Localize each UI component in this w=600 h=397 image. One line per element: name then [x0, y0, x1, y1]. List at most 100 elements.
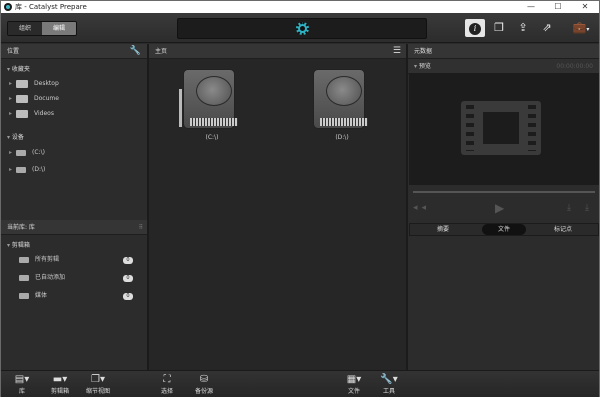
- upload-icon: ⇪: [518, 21, 528, 34]
- storyboard-button[interactable]: ▬▾ 剪辑箱: [45, 374, 75, 395]
- tab-file[interactable]: 文件: [482, 224, 526, 235]
- briefcase-icon: 💼: [572, 21, 587, 34]
- maximize-button[interactable]: ☐: [546, 1, 570, 13]
- window-title: 库 - Catalyst Prepare: [15, 3, 87, 11]
- devices-section[interactable]: 设备: [7, 132, 24, 141]
- list-view-icon[interactable]: ☰: [393, 44, 401, 59]
- play-icon[interactable]: ▶: [495, 201, 504, 215]
- library-button[interactable]: ▤▾ 库: [11, 374, 33, 395]
- drive-c-label: (C:\): [205, 134, 219, 141]
- tab-markers[interactable]: 标记点: [538, 224, 588, 235]
- grip-icon[interactable]: ⠿: [139, 220, 143, 235]
- bin-label: 已自动添加: [35, 274, 66, 281]
- cable-icon: [179, 89, 182, 127]
- bin-item[interactable]: 媒体 0: [19, 290, 141, 302]
- library-title: 当前库: 库: [7, 224, 35, 231]
- favorite-item[interactable]: ▸ Desktop: [9, 78, 59, 90]
- bins-label: 剪辑箱: [11, 242, 30, 249]
- bin-item[interactable]: 所有剪辑 0: [19, 254, 141, 266]
- activity-panel[interactable]: [177, 18, 427, 39]
- bottom-bar: ▤▾ 库 ▬▾ 剪辑箱 ❐▾ 缩节视图 ⛶ 选择 ⛁ 备份源 ▦▾ 文件 🔧▾ 工具: [1, 370, 599, 397]
- upload-button[interactable]: ⇪: [513, 19, 533, 37]
- preview-area: [409, 73, 599, 185]
- drive-icon: [16, 166, 27, 173]
- device-item[interactable]: ▸ (D:\): [9, 164, 45, 176]
- device-label: (D:\): [32, 166, 46, 173]
- folder-icon: [16, 79, 29, 88]
- film-strip-icon: ▦▾: [346, 374, 362, 385]
- toolbox-button[interactable]: 💼▾: [569, 19, 593, 37]
- library-icon: ▤▾: [14, 374, 30, 385]
- transport-controls: ◂◂: [413, 203, 430, 213]
- app-logo-icon: [4, 3, 12, 11]
- select-label: 选择: [160, 388, 173, 395]
- metadata-title: 元数据: [414, 48, 433, 55]
- bin-label: 所有剪辑: [35, 256, 60, 263]
- backup-label: 备份源: [194, 388, 213, 395]
- location-title: 位置: [7, 48, 20, 55]
- export-icon: ⇗: [542, 21, 552, 34]
- device-item[interactable]: ▸ (C:\): [9, 147, 45, 159]
- detail-view-icon: ❐▾: [91, 374, 105, 385]
- detail-view-button[interactable]: ❐▾ 缩节视图: [83, 374, 113, 395]
- backup-button[interactable]: ⛁ 备份源: [191, 374, 217, 395]
- location-header: 位置 🔧: [1, 44, 147, 59]
- hard-drive-icon: [313, 69, 368, 129]
- drive-c[interactable]: [179, 69, 238, 131]
- copy-button[interactable]: ❐: [489, 19, 509, 37]
- library-header: 当前库: 库 ⠿: [1, 220, 147, 235]
- favorite-label: Desktop: [34, 80, 59, 87]
- clip-icon: [19, 274, 29, 281]
- drive-d-label: (D:\): [335, 134, 349, 141]
- bins-section[interactable]: 剪辑箱: [7, 240, 30, 249]
- info-icon: i: [469, 23, 481, 35]
- count-badge: 0: [123, 293, 133, 300]
- clip-icon: [19, 292, 29, 299]
- file-button[interactable]: ▦▾ 文件: [343, 374, 365, 395]
- mark-out-icon[interactable]: ⤓: [585, 203, 589, 213]
- bin-item[interactable]: 已自动添加 0: [19, 272, 141, 284]
- export-button[interactable]: ⇗: [537, 19, 557, 37]
- app-window: 库 - Catalyst Prepare — ☐ ✕ 组织 编辑 i ❐ ⇪ ⇗…: [0, 0, 600, 397]
- tab-organize[interactable]: 组织: [8, 22, 42, 35]
- copy-icon: ❐: [494, 21, 504, 34]
- drive-icon: [16, 149, 27, 156]
- rewind-icon[interactable]: ◂◂: [413, 203, 430, 213]
- favorite-item[interactable]: ▸ Videos: [9, 108, 54, 120]
- location-panel: 位置 🔧 收藏夹 ▸Desktop ▸Docume ▸Videos 设备 ▸(C…: [1, 44, 147, 370]
- metadata-tabs: 摘要 文件 标记点: [409, 223, 599, 236]
- tools-label: 工具: [382, 388, 395, 395]
- favorite-label: Videos: [34, 110, 54, 117]
- metadata-header: 元数据: [408, 44, 599, 59]
- favorite-item[interactable]: ▸ Docume: [9, 93, 59, 105]
- title-bar: 库 - Catalyst Prepare — ☐ ✕: [1, 1, 599, 13]
- folder-icon: [16, 109, 29, 118]
- device-label: (C:\): [32, 149, 45, 156]
- info-button[interactable]: i: [465, 19, 485, 37]
- clip-icon: [19, 256, 29, 263]
- tools-button[interactable]: 🔧▾ 工具: [377, 374, 401, 395]
- preview-header[interactable]: ▾ 预览 00:00:00:00: [408, 59, 599, 74]
- count-badge: 0: [123, 257, 133, 264]
- tab-edit[interactable]: 编辑: [42, 22, 76, 35]
- count-badge: 0: [123, 275, 133, 282]
- bin-icon: ▬▾: [52, 374, 68, 385]
- activity-gear-icon[interactable]: [296, 22, 309, 35]
- devices-label: 设备: [11, 134, 24, 141]
- backup-icon: ⛁: [199, 374, 209, 385]
- select-button[interactable]: ⛶ 选择: [157, 374, 177, 395]
- main-toolbar: 组织 编辑 i ❐ ⇪ ⇗ 💼▾: [1, 13, 599, 43]
- mark-in-icon[interactable]: ⤓: [567, 203, 571, 213]
- favorites-label: 收藏夹: [11, 66, 30, 73]
- drive-d[interactable]: [309, 69, 368, 131]
- wrench-icon[interactable]: 🔧: [130, 44, 141, 59]
- favorites-section[interactable]: 收藏夹: [7, 64, 30, 73]
- tab-summary[interactable]: 摘要: [418, 224, 468, 235]
- minimize-button[interactable]: —: [519, 1, 543, 13]
- favorite-label: Docume: [34, 95, 59, 102]
- preview-label: 预览: [418, 63, 431, 70]
- home-panel: 主页 ☰ (C:\) (D:\): [149, 44, 406, 370]
- hard-drive-icon: [183, 69, 238, 129]
- scrubber-track[interactable]: [413, 191, 595, 193]
- close-button[interactable]: ✕: [573, 1, 597, 13]
